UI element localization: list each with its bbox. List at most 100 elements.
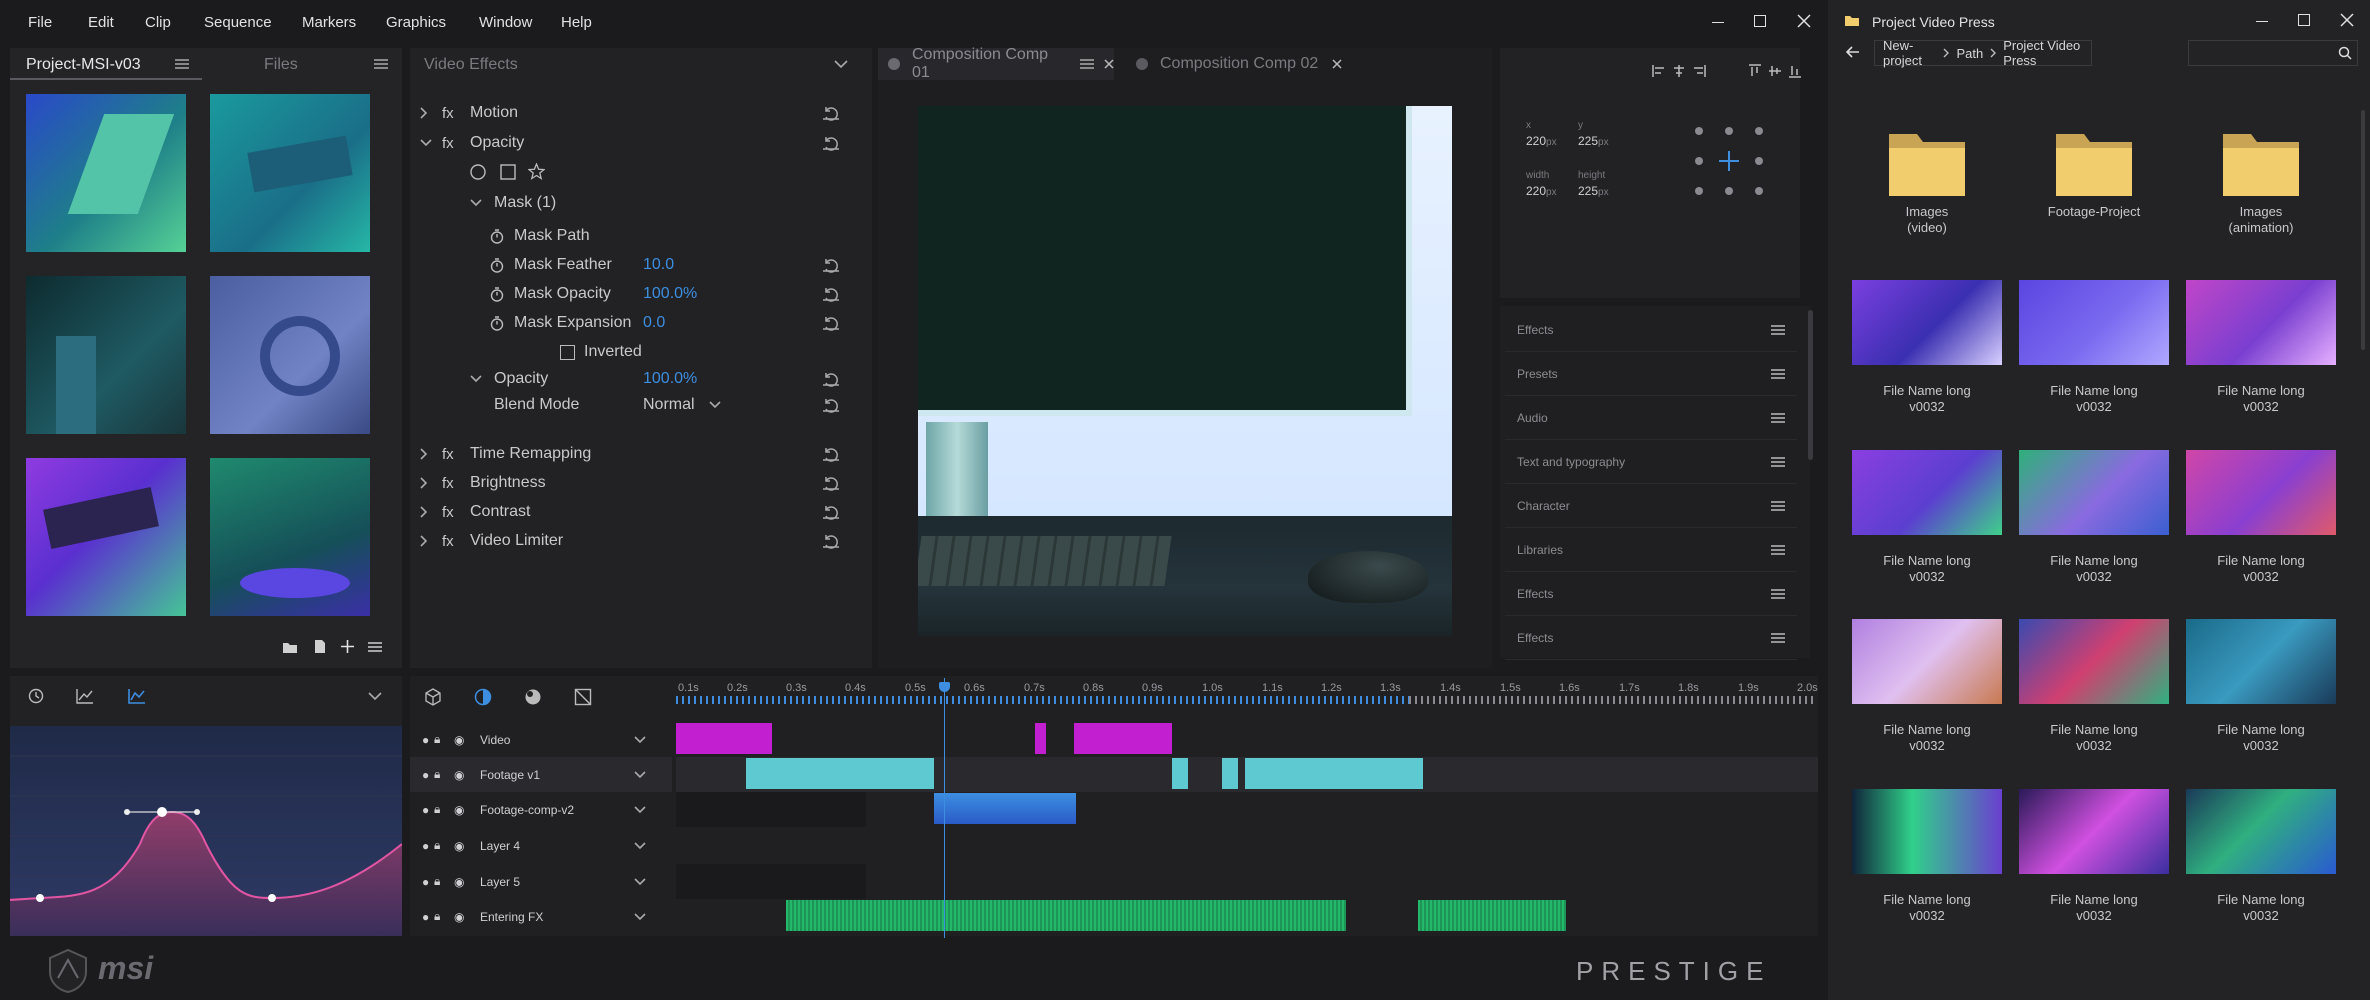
- anchor-grid-icon[interactable]: [1694, 126, 1764, 196]
- graph-active-icon[interactable]: [128, 688, 146, 704]
- mask-expansion-value[interactable]: 0.0: [643, 314, 665, 332]
- hamburger-icon[interactable]: [1771, 632, 1785, 644]
- menu-file[interactable]: File: [28, 14, 52, 31]
- cube-icon[interactable]: [424, 688, 442, 706]
- project-tab[interactable]: Project-MSI-v03: [10, 48, 202, 80]
- timeline-clip[interactable]: [934, 793, 1076, 824]
- media-thumb[interactable]: [26, 276, 186, 434]
- hamburger-icon[interactable]: [1771, 588, 1785, 600]
- side-scrollbar[interactable]: [1808, 310, 1813, 460]
- mask-opacity-value[interactable]: 100.0%: [643, 285, 697, 303]
- media-thumb[interactable]: [26, 94, 186, 252]
- folder-item[interactable]: Footage-Project: [2019, 124, 2169, 220]
- menu-graphics[interactable]: Graphics: [386, 14, 446, 31]
- chevron-down-icon[interactable]: [634, 735, 646, 744]
- minimize-icon[interactable]: [2256, 21, 2268, 22]
- track-header-footage-comp[interactable]: ● 🔒︎ ◉ Footage-comp-v2: [410, 792, 672, 827]
- close-icon[interactable]: [1104, 59, 1114, 69]
- align-bottom-icon[interactable]: [1788, 64, 1802, 78]
- hamburger-icon[interactable]: [1080, 58, 1094, 70]
- chevron-down-icon[interactable]: [634, 841, 646, 850]
- timeline-clip[interactable]: [1074, 723, 1172, 754]
- graph-icon[interactable]: [76, 688, 94, 704]
- side-panel-audio[interactable]: Audio: [1505, 396, 1797, 440]
- audio-clip[interactable]: [786, 900, 1346, 931]
- menu-help[interactable]: Help: [561, 14, 592, 31]
- reset-icon[interactable]: [822, 397, 840, 413]
- opacity-value[interactable]: 100.0%: [643, 370, 697, 388]
- folder-item[interactable]: Images (video): [1852, 124, 2002, 236]
- eye-icon[interactable]: ◉: [454, 839, 480, 853]
- close-icon[interactable]: [1332, 59, 1342, 69]
- track-header-entering-fx[interactable]: ● 🔒︎ ◉ Entering FX: [410, 899, 672, 934]
- reset-icon[interactable]: [822, 371, 840, 387]
- contrast-icon[interactable]: [474, 688, 492, 706]
- media-thumb[interactable]: [210, 94, 370, 252]
- dot-icon[interactable]: ●: [422, 768, 434, 782]
- chevron-down-icon[interactable]: [368, 692, 382, 701]
- chevron-right-icon[interactable]: [420, 477, 442, 489]
- lock-icon[interactable]: 🔒︎: [434, 838, 454, 853]
- minimize-icon[interactable]: [1712, 22, 1724, 23]
- search-input[interactable]: [2188, 40, 2358, 66]
- lock-icon[interactable]: 🔒︎: [434, 909, 454, 924]
- lock-icon[interactable]: 🔒︎: [434, 767, 454, 782]
- timeline-clip[interactable]: [676, 723, 772, 754]
- chevron-right-icon[interactable]: [420, 448, 442, 460]
- file-item[interactable]: File Name long v0032: [1852, 450, 2002, 585]
- media-thumb[interactable]: [210, 458, 370, 616]
- side-panel-effects-2[interactable]: Effects: [1505, 572, 1797, 616]
- chevron-right-icon[interactable]: [420, 506, 442, 518]
- file-item[interactable]: File Name long v0032: [1852, 619, 2002, 754]
- track-header-video[interactable]: ● 🔒︎ ◉ Video: [410, 722, 672, 757]
- menu-sequence[interactable]: Sequence: [204, 14, 272, 31]
- breadcrumb-item[interactable]: Project Video Press: [2003, 38, 2091, 68]
- side-panel-libraries[interactable]: Libraries: [1505, 528, 1797, 572]
- hamburger-icon[interactable]: [368, 641, 382, 653]
- hamburger-icon[interactable]: [1771, 412, 1785, 424]
- eye-icon[interactable]: ◉: [454, 803, 480, 817]
- audio-clip[interactable]: [1418, 900, 1566, 931]
- x-value[interactable]: 220px: [1526, 134, 1557, 148]
- lock-icon[interactable]: 🔒︎: [434, 802, 454, 817]
- menu-edit[interactable]: Edit: [88, 14, 114, 31]
- chevron-down-icon[interactable]: [708, 401, 721, 409]
- breadcrumb-item[interactable]: Path: [1956, 46, 1983, 61]
- file-item[interactable]: File Name long v0032: [2019, 450, 2169, 585]
- mask-expansion-row[interactable]: Mask Expansion 0.0: [490, 314, 665, 332]
- chevron-down-icon[interactable]: [634, 912, 646, 921]
- reset-icon[interactable]: [822, 257, 840, 273]
- dot-icon[interactable]: ●: [422, 910, 434, 924]
- inverted-checkbox[interactable]: [560, 344, 575, 360]
- inverted-row[interactable]: Inverted: [560, 343, 642, 361]
- file-item[interactable]: File Name long v0032: [2186, 450, 2336, 585]
- effect-row-opacity[interactable]: fx Opacity: [420, 134, 840, 152]
- align-right-icon[interactable]: [1692, 64, 1706, 78]
- chevron-down-icon[interactable]: [834, 60, 848, 69]
- eye-icon[interactable]: ◉: [454, 768, 480, 782]
- track-header-layer-4[interactable]: ● 🔒︎ ◉ Layer 4: [410, 828, 672, 863]
- y-value[interactable]: 225px: [1578, 134, 1609, 148]
- playhead[interactable]: [944, 678, 945, 938]
- file-item[interactable]: File Name long v0032: [2019, 280, 2169, 415]
- hamburger-icon[interactable]: [1771, 544, 1785, 556]
- file-item[interactable]: File Name long v0032: [2019, 619, 2169, 754]
- media-thumb[interactable]: [26, 458, 186, 616]
- align-top-icon[interactable]: [1748, 64, 1762, 78]
- chevron-down-icon[interactable]: [634, 805, 646, 814]
- side-panel-character[interactable]: Character: [1505, 484, 1797, 528]
- align-center-icon[interactable]: [1672, 64, 1686, 78]
- rect-mask-icon[interactable]: [500, 164, 516, 180]
- menu-markers[interactable]: Markers: [302, 14, 356, 31]
- folder-icon[interactable]: [282, 640, 298, 654]
- mask-opacity-row[interactable]: Mask Opacity 100.0%: [490, 285, 697, 303]
- dot-icon[interactable]: ●: [422, 875, 434, 889]
- add-icon[interactable]: [340, 639, 355, 654]
- sphere-icon[interactable]: [524, 688, 542, 706]
- hamburger-icon[interactable]: [1771, 500, 1785, 512]
- mask-path-row[interactable]: Mask Path: [490, 227, 590, 245]
- timeline-clip[interactable]: [746, 758, 934, 789]
- stopwatch-icon[interactable]: [490, 228, 514, 244]
- side-panel-effects-3[interactable]: Effects: [1505, 616, 1797, 660]
- ellipse-mask-icon[interactable]: [470, 164, 486, 180]
